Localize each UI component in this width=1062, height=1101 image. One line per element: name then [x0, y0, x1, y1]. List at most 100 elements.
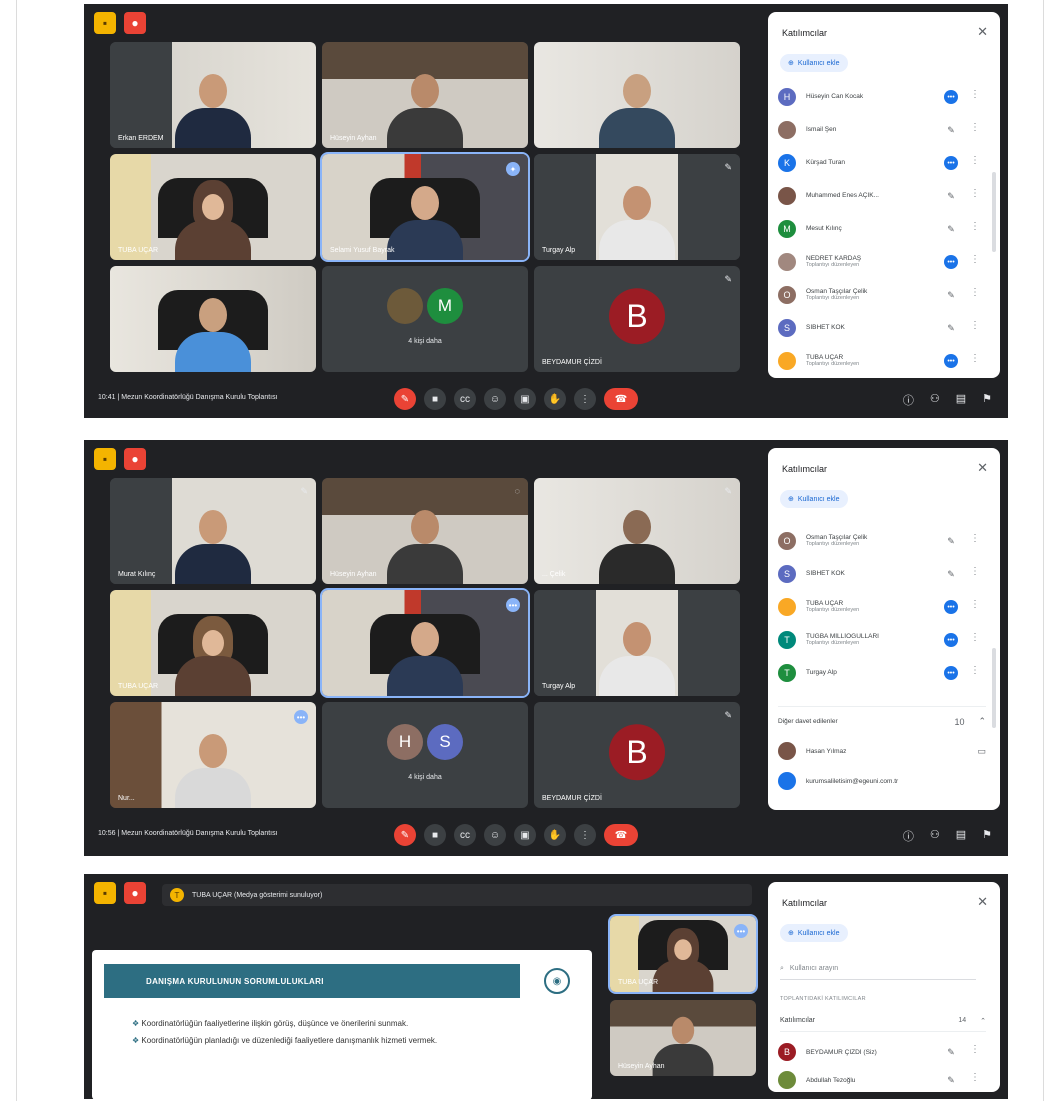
pin-icon[interactable]: ✦	[506, 162, 520, 176]
folder-icon[interactable]: ▪	[94, 882, 116, 904]
participant-row[interactable]: TUBA UÇAR Toplantıyı düzenleyen ••• ⋮	[778, 344, 986, 377]
participant-row[interactable]: T TUĞBA MİLLİOĞULLARI Toplantıyı düzenleye…	[778, 623, 986, 656]
more-vert-icon[interactable]: ⋮	[970, 353, 980, 364]
more-vert-icon[interactable]: ⋮	[970, 599, 980, 610]
end-call-button[interactable]: ☎	[604, 388, 638, 410]
mic-off-button[interactable]: ✎	[394, 388, 416, 410]
chevron-up-icon[interactable]: ⌃	[978, 716, 986, 727]
participant-row[interactable]: O Osman Taşçılar Çelik Toplantıyı düzenley…	[778, 278, 986, 311]
add-people-button[interactable]: ⊕ Kullanıcı ekle	[780, 490, 848, 508]
more-vert-icon[interactable]: ⋮	[970, 254, 980, 265]
activities-icon[interactable]: ⚑	[982, 392, 992, 408]
end-call-button[interactable]: ☎	[604, 824, 638, 846]
activities-icon[interactable]: ⚑	[982, 828, 992, 844]
video-tile[interactable]: ✎ Turgay Alp	[534, 154, 740, 260]
add-people-button[interactable]: ⊕ Kullanıcı ekle	[780, 924, 848, 942]
video-tile[interactable]: Hüseyin Ayhan	[610, 1000, 756, 1076]
invitee-row[interactable]: Hasan Yılmaz ▭	[778, 736, 986, 766]
scrollbar[interactable]	[992, 648, 996, 728]
participant-row[interactable]: TUBA UÇAR Toplantıyı düzenleyen ••• ⋮	[778, 590, 986, 623]
record-icon[interactable]: ●	[124, 12, 146, 34]
video-tile[interactable]: ••• Nur...	[110, 702, 316, 808]
raise-hand-button[interactable]: ✋	[544, 824, 566, 846]
more-vert-icon[interactable]: ⋮	[970, 89, 980, 100]
raise-hand-button[interactable]: ✋	[544, 388, 566, 410]
info-icon[interactable]: ⓘ	[903, 828, 914, 844]
chat-icon[interactable]: ▤	[956, 828, 966, 844]
message-icon[interactable]: ▭	[977, 746, 986, 757]
camera-button[interactable]: ■	[424, 388, 446, 410]
more-vert-icon[interactable]: ⋮	[970, 665, 980, 676]
people-icon[interactable]: ⚇	[930, 828, 940, 844]
more-vert-icon[interactable]: ⋮	[970, 287, 980, 298]
folder-icon[interactable]: ▪	[94, 12, 116, 34]
video-tile[interactable]	[110, 266, 316, 372]
scrollbar[interactable]	[992, 172, 996, 252]
participant-row[interactable]: B BEYDAMUR ÇİZDİ (Siz) ✎ ⋮	[778, 1038, 986, 1066]
avatar-group: H S	[387, 724, 463, 760]
video-tile[interactable]: Hüseyin Ayhan	[322, 42, 528, 148]
video-tile-active[interactable]: ✦ Selami Yusuf Bayrak	[320, 152, 530, 262]
folder-icon[interactable]: ▪	[94, 448, 116, 470]
invitee-row[interactable]: kurumsaliletisim@egeuni.com.tr	[778, 766, 986, 796]
video-tile[interactable]: Erkan ERDEM	[110, 42, 316, 148]
close-icon[interactable]: ✕	[977, 24, 988, 40]
more-vert-icon[interactable]: ⋮	[970, 1044, 980, 1055]
participant-row[interactable]: S SİBHET KOK ✎ ⋮	[778, 557, 986, 590]
participant-row[interactable]: NEDRET KARDAŞ Toplantıyı düzenleyen ••• ⋮	[778, 245, 986, 278]
chat-icon[interactable]: ▤	[956, 392, 966, 408]
more-vert-icon[interactable]: ⋮	[970, 122, 980, 133]
more-vert-icon[interactable]: ⋮	[970, 1072, 980, 1083]
add-people-button[interactable]: ⊕ Kullanıcı ekle	[780, 54, 848, 72]
present-button[interactable]: ▣	[514, 388, 536, 410]
participant-row[interactable]: H Hüseyin Can Kocak ••• ⋮	[778, 80, 986, 113]
video-tile[interactable]: ◌ Hüseyin Ayhan	[322, 478, 528, 584]
mic-off-button[interactable]: ✎	[394, 824, 416, 846]
emoji-button[interactable]: ☺	[484, 388, 506, 410]
more-vert-icon[interactable]: ⋮	[970, 566, 980, 577]
captions-button[interactable]: cc	[454, 388, 476, 410]
participant-row[interactable]: S SİBHET KOK ✎ ⋮	[778, 311, 986, 344]
participant-row[interactable]: T Turgay Alp ••• ⋮	[778, 656, 986, 689]
info-icon[interactable]: ⓘ	[903, 392, 914, 408]
search-input[interactable]: ⌕ Kullanıcı arayın	[780, 958, 976, 980]
camera-button[interactable]: ■	[424, 824, 446, 846]
participant-row[interactable]: M Mesut Kılınç ✎ ⋮	[778, 212, 986, 245]
record-icon[interactable]: ●	[124, 448, 146, 470]
participant-row[interactable]: Abdullah Tezoğlu ✎ ⋮	[778, 1066, 986, 1092]
video-tile[interactable]: Turgay Alp	[534, 590, 740, 696]
video-tile[interactable]: ✎ ... Çelik	[534, 478, 740, 584]
record-icon[interactable]: ●	[124, 882, 146, 904]
participant-row[interactable]: O Osman Taşçılar Çelik Toplantıyı düzenley…	[778, 524, 986, 557]
present-button[interactable]: ▣	[514, 824, 536, 846]
video-tile[interactable]: TUBA UÇAR	[110, 590, 316, 696]
participant-row[interactable]: İsmail Şen ✎ ⋮	[778, 113, 986, 146]
more-vert-icon[interactable]: ⋮	[970, 221, 980, 232]
video-tile[interactable]: B ✎ BEYDAMUR ÇİZDİ	[534, 266, 740, 372]
more-options-button[interactable]: ⋮	[574, 824, 596, 846]
video-tile[interactable]: ••• TUBA UÇAR	[608, 914, 758, 994]
more-vert-icon[interactable]: ⋮	[970, 533, 980, 544]
close-icon[interactable]: ✕	[977, 460, 988, 476]
more-options-button[interactable]: ⋮	[574, 388, 596, 410]
other-invitees-header[interactable]: Diğer davet edilenler 10 ⌃	[778, 706, 986, 736]
participants-group-header[interactable]: Katılımcılar 14 ⌃	[780, 1010, 986, 1032]
video-tile[interactable]: ✎ Murat Kılınç	[110, 478, 316, 584]
participant-row[interactable]: K Kürşad Turan ••• ⋮	[778, 146, 986, 179]
video-tile[interactable]	[534, 42, 740, 148]
emoji-button[interactable]: ☺	[484, 824, 506, 846]
people-icon[interactable]: ⚇	[930, 392, 940, 408]
more-vert-icon[interactable]: ⋮	[970, 632, 980, 643]
participant-row[interactable]: Muhammed Enes AÇIK... ✎ ⋮	[778, 179, 986, 212]
video-tile-others[interactable]: M 4 kişi daha	[322, 266, 528, 372]
chevron-up-icon[interactable]: ⌃	[980, 1017, 986, 1025]
close-icon[interactable]: ✕	[977, 894, 988, 910]
video-tile[interactable]: TUBA UÇAR	[110, 154, 316, 260]
more-vert-icon[interactable]: ⋮	[970, 188, 980, 199]
captions-button[interactable]: cc	[454, 824, 476, 846]
video-tile[interactable]: B ✎ BEYDAMUR ÇİZDİ	[534, 702, 740, 808]
more-vert-icon[interactable]: ⋮	[970, 155, 980, 166]
video-tile-others[interactable]: H S 4 kişi daha	[322, 702, 528, 808]
video-tile-active[interactable]: •••	[320, 588, 530, 698]
more-vert-icon[interactable]: ⋮	[970, 320, 980, 331]
